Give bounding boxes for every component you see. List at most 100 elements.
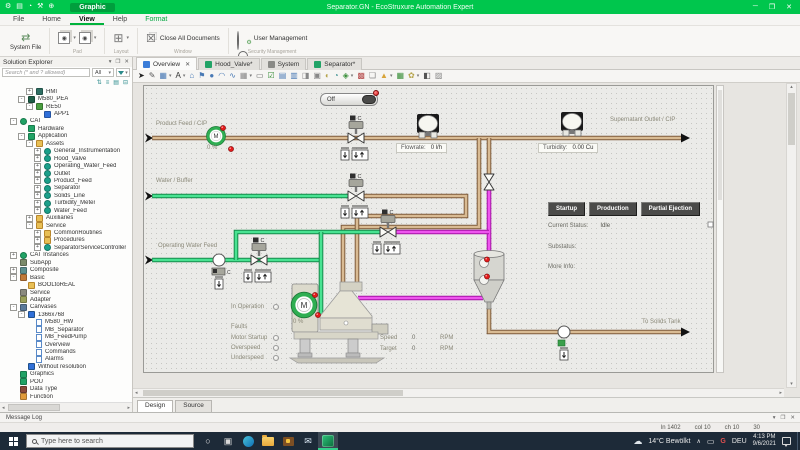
tree-item[interactable]: - Service xyxy=(0,222,132,230)
search-input[interactable]: Search (* and ? allowed) xyxy=(2,68,90,77)
tree-item[interactable]: + CAT Instances xyxy=(0,251,132,259)
tree-expander[interactable]: + xyxy=(26,88,33,96)
tab-close-icon[interactable]: ✕ xyxy=(185,61,190,68)
tree-expander[interactable]: + xyxy=(26,214,33,222)
tree-item[interactable]: + CommonRoutines xyxy=(0,229,132,237)
alarm-widget-icon[interactable]: ▲ xyxy=(380,70,388,82)
tree-item[interactable]: Function xyxy=(0,393,132,401)
filter-scope-select[interactable]: All ▾ xyxy=(92,68,114,77)
scrollbar-thumb[interactable] xyxy=(143,390,403,396)
tab-separator[interactable]: Separator* xyxy=(307,58,363,70)
fill-color-caret-icon[interactable]: ▾ xyxy=(169,73,172,79)
grid-widget-icon[interactable]: ▦ xyxy=(396,70,404,82)
user-management-button[interactable]: ⚙ User Management xyxy=(236,30,307,56)
button-widget-icon[interactable]: ▭ xyxy=(256,70,264,82)
tree-item[interactable]: MB_Separator xyxy=(0,326,132,334)
tree-item[interactable]: + Outlet xyxy=(0,170,132,178)
close-log-icon[interactable]: ✕ xyxy=(790,415,795,421)
tree-expander[interactable]: + xyxy=(34,162,41,170)
close-button[interactable]: ✕ xyxy=(786,3,792,11)
polygon-icon[interactable]: ⌂ xyxy=(189,70,194,82)
group-icon[interactable]: ▤ xyxy=(113,79,119,86)
tree-item[interactable]: MB_FeedPump xyxy=(0,333,132,341)
tree-item[interactable]: Without resolution xyxy=(0,363,132,371)
tree-item[interactable]: Data Type xyxy=(0,385,132,393)
turbidity-meter-icon[interactable] xyxy=(560,111,584,137)
scroll-left-icon[interactable]: ◂ xyxy=(135,390,138,396)
scrollbar-thumb[interactable] xyxy=(788,93,795,145)
symbol-library-icon[interactable]: ✿ xyxy=(408,70,415,82)
tree-expander[interactable]: + xyxy=(10,251,17,259)
gauge-widget-icon[interactable]: ◐ xyxy=(325,70,330,82)
sort-desc-icon[interactable]: ≡ xyxy=(106,80,110,86)
tree-item[interactable]: Overview xyxy=(0,341,132,349)
restore-button[interactable]: ❐ xyxy=(769,3,775,11)
tree-expander[interactable]: - xyxy=(26,140,33,148)
tree-item[interactable]: POU xyxy=(0,378,132,386)
chart-widget-icon[interactable]: ◈ xyxy=(343,70,349,82)
taskbar-file-explorer-icon[interactable] xyxy=(258,432,278,450)
selection-handle[interactable] xyxy=(707,221,714,228)
tab-source[interactable]: Source xyxy=(175,400,212,412)
operating-water-valve-icon[interactable] xyxy=(250,254,268,266)
sort-asc-icon[interactable]: ⇅ xyxy=(97,79,102,86)
separator-bowl[interactable] xyxy=(319,290,373,319)
symbol-library-caret-icon[interactable]: ▾ xyxy=(417,73,420,79)
move-icon[interactable]: ⊕ xyxy=(48,0,54,14)
tree-expander[interactable]: + xyxy=(34,170,41,178)
dropdown-icon[interactable]: ▾ xyxy=(773,415,776,421)
hood-valve-icon[interactable] xyxy=(483,173,495,191)
tab-hood_valve[interactable]: Hood_Valve* xyxy=(198,58,260,70)
frame-widget-icon[interactable]: ▣ xyxy=(313,70,321,82)
settings-gear-icon[interactable]: ⚙ xyxy=(5,0,11,14)
production-button[interactable]: Production xyxy=(589,202,637,216)
tree-expander[interactable]: + xyxy=(34,192,41,200)
tree-item[interactable]: M580_HW xyxy=(0,318,132,326)
tree-item[interactable]: + Procedures xyxy=(0,236,132,244)
progress-icon[interactable]: ◔ xyxy=(28,0,32,14)
ribbon-tab-view[interactable]: View xyxy=(69,14,104,25)
taskbar-edge-icon[interactable] xyxy=(238,432,258,450)
taskbar-search[interactable]: Type here to search xyxy=(26,434,194,448)
collapse-all-icon[interactable]: ⊟ xyxy=(123,79,128,86)
ellipse-icon[interactable]: ● xyxy=(209,70,214,82)
taskbar-mail-icon[interactable]: ✉ xyxy=(298,432,318,450)
tree-expander[interactable]: - xyxy=(26,103,33,111)
partial-ejection-button[interactable]: Partial Ejection xyxy=(640,202,701,216)
connector-icon[interactable]: ∿ xyxy=(229,70,236,82)
water-pump-icon[interactable] xyxy=(212,253,226,267)
scroll-right-icon[interactable]: ▸ xyxy=(779,390,782,396)
tab-design[interactable]: Design xyxy=(137,400,174,412)
fill-color-icon[interactable]: ▦ xyxy=(159,70,167,82)
tree-item[interactable]: + Turbidity_Meter xyxy=(0,199,132,207)
tree-item[interactable]: Service xyxy=(0,289,132,297)
tree-item[interactable]: + Operating_Water_Feed xyxy=(0,162,132,170)
editor-horizontal-scrollbar[interactable]: ◂ ▸ xyxy=(133,388,784,397)
tree-expander[interactable]: - xyxy=(18,311,25,319)
textbox-widget-icon[interactable]: ▥ xyxy=(290,70,298,82)
tree-item[interactable]: SubApp xyxy=(0,259,132,267)
sidebar-horizontal-scrollbar[interactable]: ◂ ▸ xyxy=(0,402,132,412)
tray-expand-icon[interactable]: ∧ xyxy=(696,438,700,445)
language-indicator[interactable]: DEU xyxy=(732,438,747,445)
tree-expander[interactable]: - xyxy=(26,222,33,230)
weather-icon[interactable]: ☁ xyxy=(633,436,642,447)
scroll-down-icon[interactable]: ▾ xyxy=(787,381,796,387)
dropdown-icon[interactable]: ▾ xyxy=(109,59,112,65)
tree-item[interactable]: + Composite xyxy=(0,266,132,274)
scroll-left-icon[interactable]: ◂ xyxy=(2,404,5,412)
scroll-up-icon[interactable]: ▴ xyxy=(787,84,796,90)
tree-item[interactable]: Alarms xyxy=(0,355,132,363)
tree-item[interactable]: Graphics xyxy=(0,370,132,378)
tree-item[interactable]: - Basic xyxy=(0,274,132,282)
alarm-widget-caret-icon[interactable]: ▾ xyxy=(390,73,393,79)
tree-item[interactable]: - CAT xyxy=(0,117,132,125)
action-center-icon[interactable] xyxy=(782,437,791,447)
canvas-scrollbar[interactable] xyxy=(716,85,724,373)
pin-icon[interactable]: ❐ xyxy=(115,59,120,65)
toggle-knob[interactable] xyxy=(362,95,376,104)
minimize-button[interactable]: ─ xyxy=(753,3,758,11)
start-button[interactable] xyxy=(0,432,26,450)
taskbar-automation-app-icon[interactable] xyxy=(318,432,338,450)
tree-item[interactable]: BOOLtoREAL xyxy=(0,281,132,289)
